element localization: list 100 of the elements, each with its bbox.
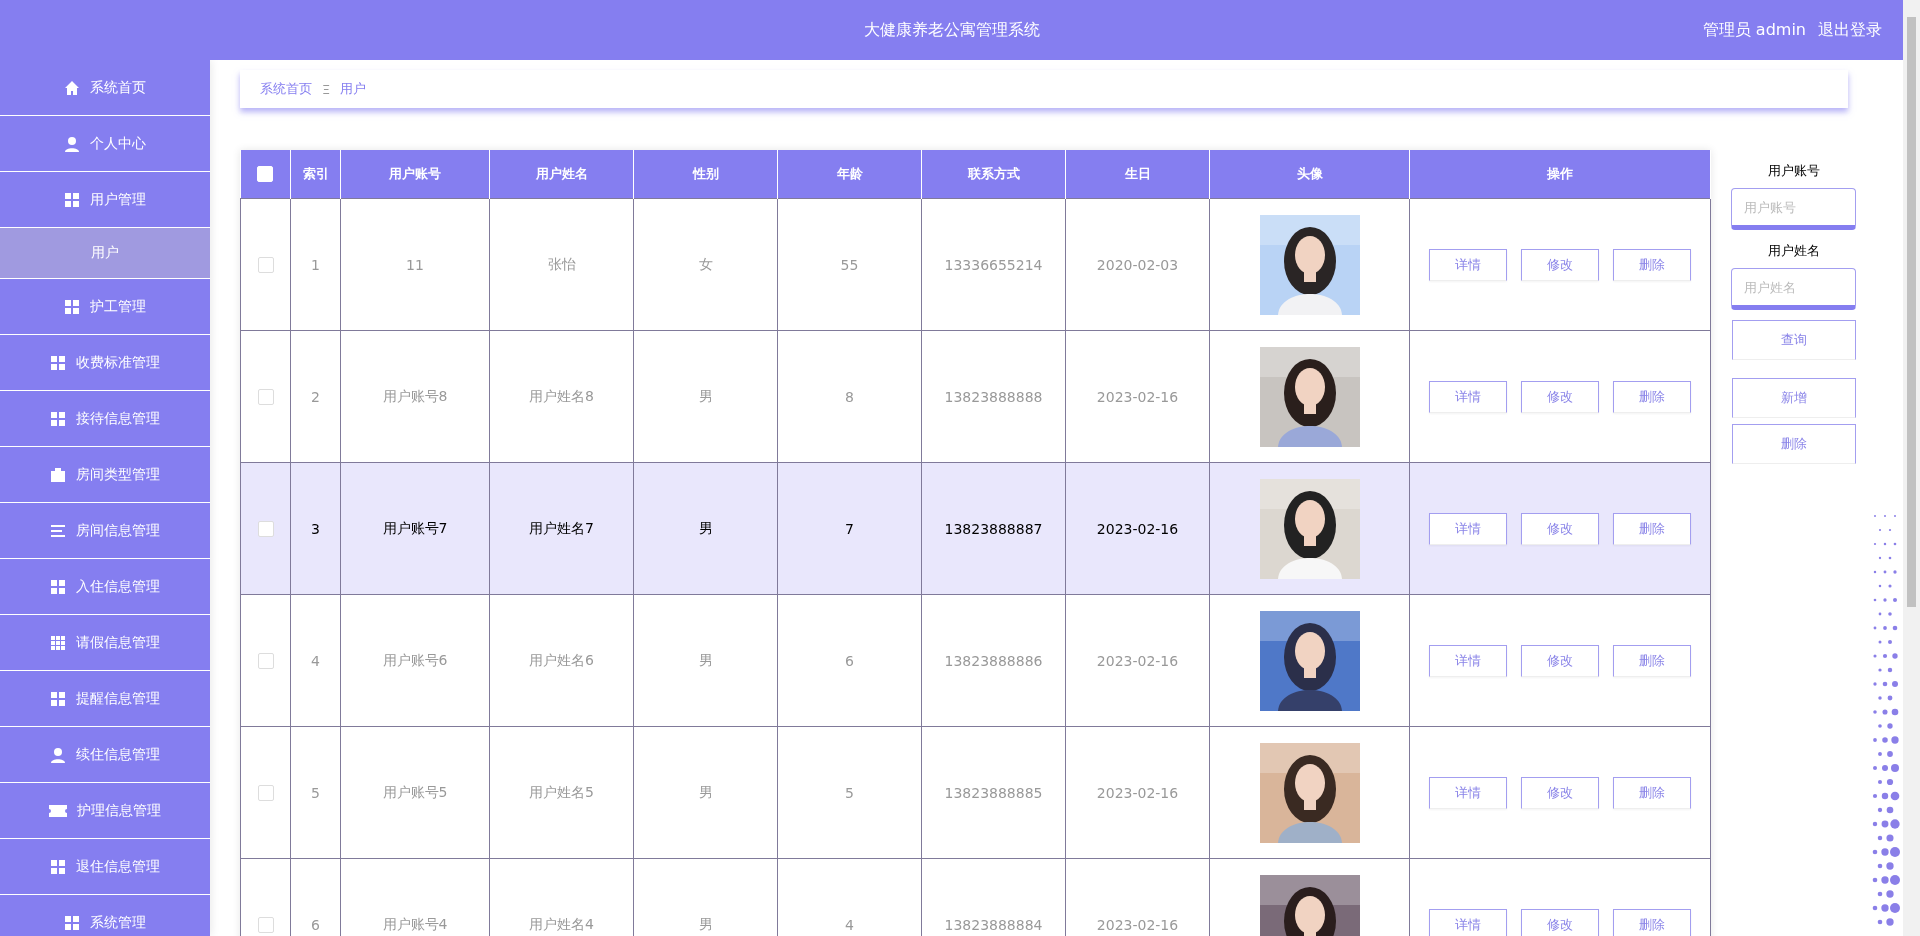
table-cell: 2023-02-16 bbox=[1096, 784, 1179, 801]
breadcrumb-link[interactable]: 系统首页 bbox=[260, 80, 312, 98]
row-action-button[interactable]: 删除 bbox=[1613, 776, 1691, 809]
table-cell: 男 bbox=[698, 783, 713, 800]
sidebar-item[interactable]: 提醒信息管理 bbox=[0, 671, 210, 727]
row-checkbox[interactable] bbox=[257, 917, 274, 933]
row-action-button[interactable]: 修改 bbox=[1521, 248, 1599, 281]
table-cell: 5 bbox=[845, 784, 854, 801]
column-header: 用户账号 bbox=[340, 150, 490, 199]
column-header: 联系方式 bbox=[921, 150, 1066, 199]
sidebar-item[interactable]: 房间信息管理 bbox=[0, 503, 210, 559]
row-action-button[interactable]: 删除 bbox=[1613, 512, 1691, 545]
scrollbar[interactable] bbox=[1903, 0, 1920, 936]
grid-icon bbox=[64, 191, 80, 208]
grid-icon bbox=[50, 690, 66, 707]
table-cell: 用户姓名7 bbox=[529, 519, 594, 536]
sidebar-item[interactable]: 续住信息管理 bbox=[0, 727, 210, 783]
app-title: 大健康养老公寓管理系统 bbox=[863, 19, 1040, 41]
row-action-button[interactable]: 详情 bbox=[1429, 776, 1507, 809]
row-checkbox[interactable] bbox=[257, 785, 274, 801]
column-header: 头像 bbox=[1209, 150, 1410, 199]
query-button[interactable]: 查询 bbox=[1731, 320, 1856, 360]
row-action-button[interactable]: 删除 bbox=[1613, 644, 1691, 677]
table-cell: 女 bbox=[698, 255, 713, 272]
table-cell: 13823888887 bbox=[944, 520, 1043, 537]
grid-icon bbox=[50, 410, 66, 427]
table-cell: 用户姓名4 bbox=[529, 915, 594, 932]
list-icon bbox=[50, 522, 66, 539]
grid-icon bbox=[50, 578, 66, 595]
row-checkbox[interactable] bbox=[257, 653, 274, 669]
column-header: 操作 bbox=[1409, 150, 1711, 199]
row-action-button[interactable]: 详情 bbox=[1429, 248, 1507, 281]
table-cell: 用户姓名8 bbox=[529, 387, 594, 404]
table-cell: 用户账号7 bbox=[382, 519, 448, 536]
table-cell: 用户账号6 bbox=[382, 651, 448, 668]
sidebar-item[interactable]: 收费标准管理 bbox=[0, 335, 210, 391]
sidebar-item[interactable]: 退住信息管理 bbox=[0, 839, 210, 895]
add-button[interactable]: 新增 bbox=[1731, 378, 1856, 418]
table-cell: 6 bbox=[311, 916, 320, 933]
sidebar-item[interactable]: 接待信息管理 bbox=[0, 391, 210, 447]
row-action-button[interactable]: 详情 bbox=[1429, 908, 1507, 936]
row-action-button[interactable]: 修改 bbox=[1521, 908, 1599, 936]
home-icon bbox=[64, 79, 80, 96]
sidebar-item[interactable]: 系统管理 bbox=[0, 895, 210, 936]
table-cell: 用户账号4 bbox=[382, 915, 448, 932]
select-all-checkbox[interactable] bbox=[257, 166, 274, 183]
table-cell: 55 bbox=[840, 256, 859, 273]
search-field[interactable]: 用户姓名 bbox=[1731, 268, 1856, 310]
column-header: 索引 bbox=[290, 150, 341, 199]
table-cell: 3 bbox=[311, 520, 320, 537]
row-action-button[interactable]: 删除 bbox=[1613, 908, 1691, 936]
search-field[interactable]: 用户账号 bbox=[1731, 188, 1856, 230]
sidebar-subitem[interactable]: 用户 bbox=[0, 228, 210, 279]
table-cell: 6 bbox=[845, 652, 854, 669]
table-cell: 1 bbox=[311, 256, 320, 273]
table-cell: 13823888885 bbox=[944, 784, 1043, 801]
table-cell: 用户姓名6 bbox=[529, 651, 594, 668]
row-action-button[interactable]: 删除 bbox=[1613, 248, 1691, 281]
briefcase-icon bbox=[50, 466, 66, 483]
row-action-button[interactable]: 修改 bbox=[1521, 512, 1599, 545]
column-header: 性别 bbox=[633, 150, 778, 199]
delete-button[interactable]: 删除 bbox=[1731, 424, 1856, 464]
sidebar-item[interactable]: 用户管理 bbox=[0, 172, 210, 228]
sidebar-item[interactable]: 入住信息管理 bbox=[0, 559, 210, 615]
table-cell: 13823888886 bbox=[944, 652, 1043, 669]
sidebar-item[interactable]: 护工管理 bbox=[0, 279, 210, 335]
table-cell: 2020-02-03 bbox=[1096, 256, 1179, 273]
row-action-button[interactable]: 详情 bbox=[1429, 380, 1507, 413]
table-cell: 用户账号8 bbox=[382, 387, 448, 404]
row-action-button[interactable]: 修改 bbox=[1521, 380, 1599, 413]
table-cell: 用户账号5 bbox=[382, 783, 448, 800]
table-cell: 5 bbox=[311, 784, 320, 801]
table-cell: 男 bbox=[698, 915, 713, 932]
table-cell: 7 bbox=[845, 520, 854, 537]
sidebar-item[interactable]: 房间类型管理 bbox=[0, 447, 210, 503]
table-cell: 2 bbox=[311, 388, 320, 405]
sidebar-item[interactable]: 护理信息管理 bbox=[0, 783, 210, 839]
table-cell: 13823888884 bbox=[944, 916, 1043, 933]
row-checkbox[interactable] bbox=[257, 521, 274, 537]
table-cell: 用户姓名5 bbox=[529, 783, 594, 800]
table-cell: 4 bbox=[311, 652, 320, 669]
table-cell: 2023-02-16 bbox=[1096, 520, 1179, 537]
table-cell: 男 bbox=[698, 387, 713, 404]
row-action-button[interactable]: 删除 bbox=[1613, 380, 1691, 413]
row-action-button[interactable]: 修改 bbox=[1521, 644, 1599, 677]
row-action-button[interactable]: 详情 bbox=[1429, 644, 1507, 677]
row-action-button[interactable]: 修改 bbox=[1521, 776, 1599, 809]
table-icon bbox=[50, 634, 66, 651]
logout-link[interactable]: 退出登录 bbox=[1818, 19, 1882, 41]
sidebar-item[interactable]: 系统首页 bbox=[0, 60, 210, 116]
table-cell: 男 bbox=[698, 519, 713, 536]
breadcrumb-link[interactable]: 用户 bbox=[340, 80, 367, 98]
row-action-button[interactable]: 详情 bbox=[1429, 512, 1507, 545]
row-checkbox[interactable] bbox=[257, 389, 274, 405]
sidebar-item[interactable]: 请假信息管理 bbox=[0, 615, 210, 671]
grid-icon bbox=[50, 354, 66, 371]
table-cell: 2023-02-16 bbox=[1096, 652, 1179, 669]
row-checkbox[interactable] bbox=[257, 257, 274, 273]
sidebar-item[interactable]: 个人中心 bbox=[0, 116, 210, 172]
grid-icon bbox=[64, 298, 80, 315]
